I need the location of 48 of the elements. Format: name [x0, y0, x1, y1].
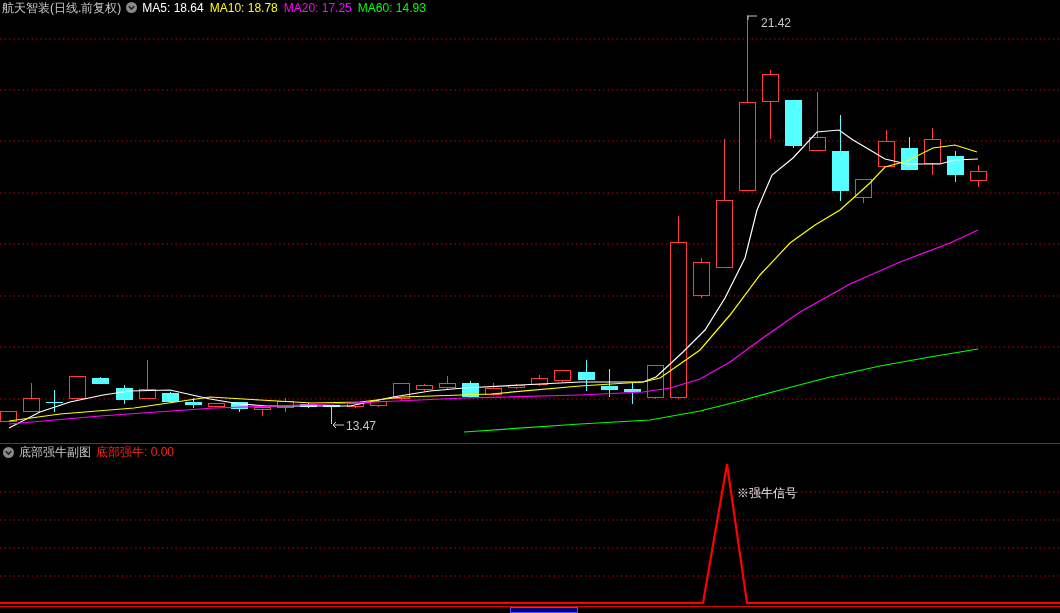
chevron-down-icon[interactable] — [126, 2, 138, 13]
signal-label: ※强牛信号 — [737, 486, 797, 500]
candlestick — [69, 376, 86, 402]
indicator-title: 底部强牛副图 — [19, 445, 91, 459]
candlestick — [347, 401, 364, 409]
candlestick — [231, 402, 248, 413]
candlestick — [878, 129, 895, 167]
candlestick — [185, 397, 202, 409]
candlestick — [947, 150, 964, 183]
chevron-down-icon[interactable] — [3, 446, 14, 458]
moving-average-value: MA60: 14.93 — [357, 0, 426, 15]
moving-average-value: MA20: 17.25 — [283, 0, 352, 15]
candlestick — [855, 179, 872, 204]
candlestick — [601, 368, 618, 398]
chart-title: 航天智装(日线.前复权) — [2, 0, 122, 15]
candlestick — [693, 257, 710, 299]
indicator-value: 底部强牛: 0.00 — [96, 445, 175, 459]
candlestick — [46, 389, 63, 413]
candlestick — [785, 100, 802, 149]
candlestick — [439, 375, 456, 390]
candlestick — [208, 403, 225, 407]
low-price-label: 13.47 — [346, 419, 377, 433]
moving-average-value: MA5: 18.64 — [142, 0, 204, 15]
candlestick — [624, 382, 641, 405]
candlestick — [139, 359, 156, 399]
candlestick — [254, 407, 271, 417]
candlestick — [23, 382, 40, 412]
candlestick — [162, 391, 179, 404]
candlestick — [277, 397, 294, 413]
candlestick — [970, 164, 987, 188]
leader-arrow — [332, 421, 345, 429]
candlestick — [924, 127, 941, 176]
candlestick — [531, 374, 548, 387]
candlestick — [809, 91, 826, 151]
candlestick — [92, 376, 109, 384]
candlestick — [901, 136, 918, 170]
candlestick — [762, 69, 779, 140]
moving-average-value: MA10: 18.78 — [209, 0, 278, 15]
leader-line — [747, 15, 758, 21]
candlestick — [370, 399, 387, 408]
candlestick — [508, 383, 525, 390]
candlestick — [485, 382, 502, 397]
candlestick — [578, 359, 595, 392]
candlestick — [416, 383, 433, 392]
candlestick — [554, 370, 571, 383]
high-price-label: 21.42 — [761, 16, 792, 30]
candlestick — [116, 384, 133, 405]
cursor-date-box — [510, 607, 578, 613]
